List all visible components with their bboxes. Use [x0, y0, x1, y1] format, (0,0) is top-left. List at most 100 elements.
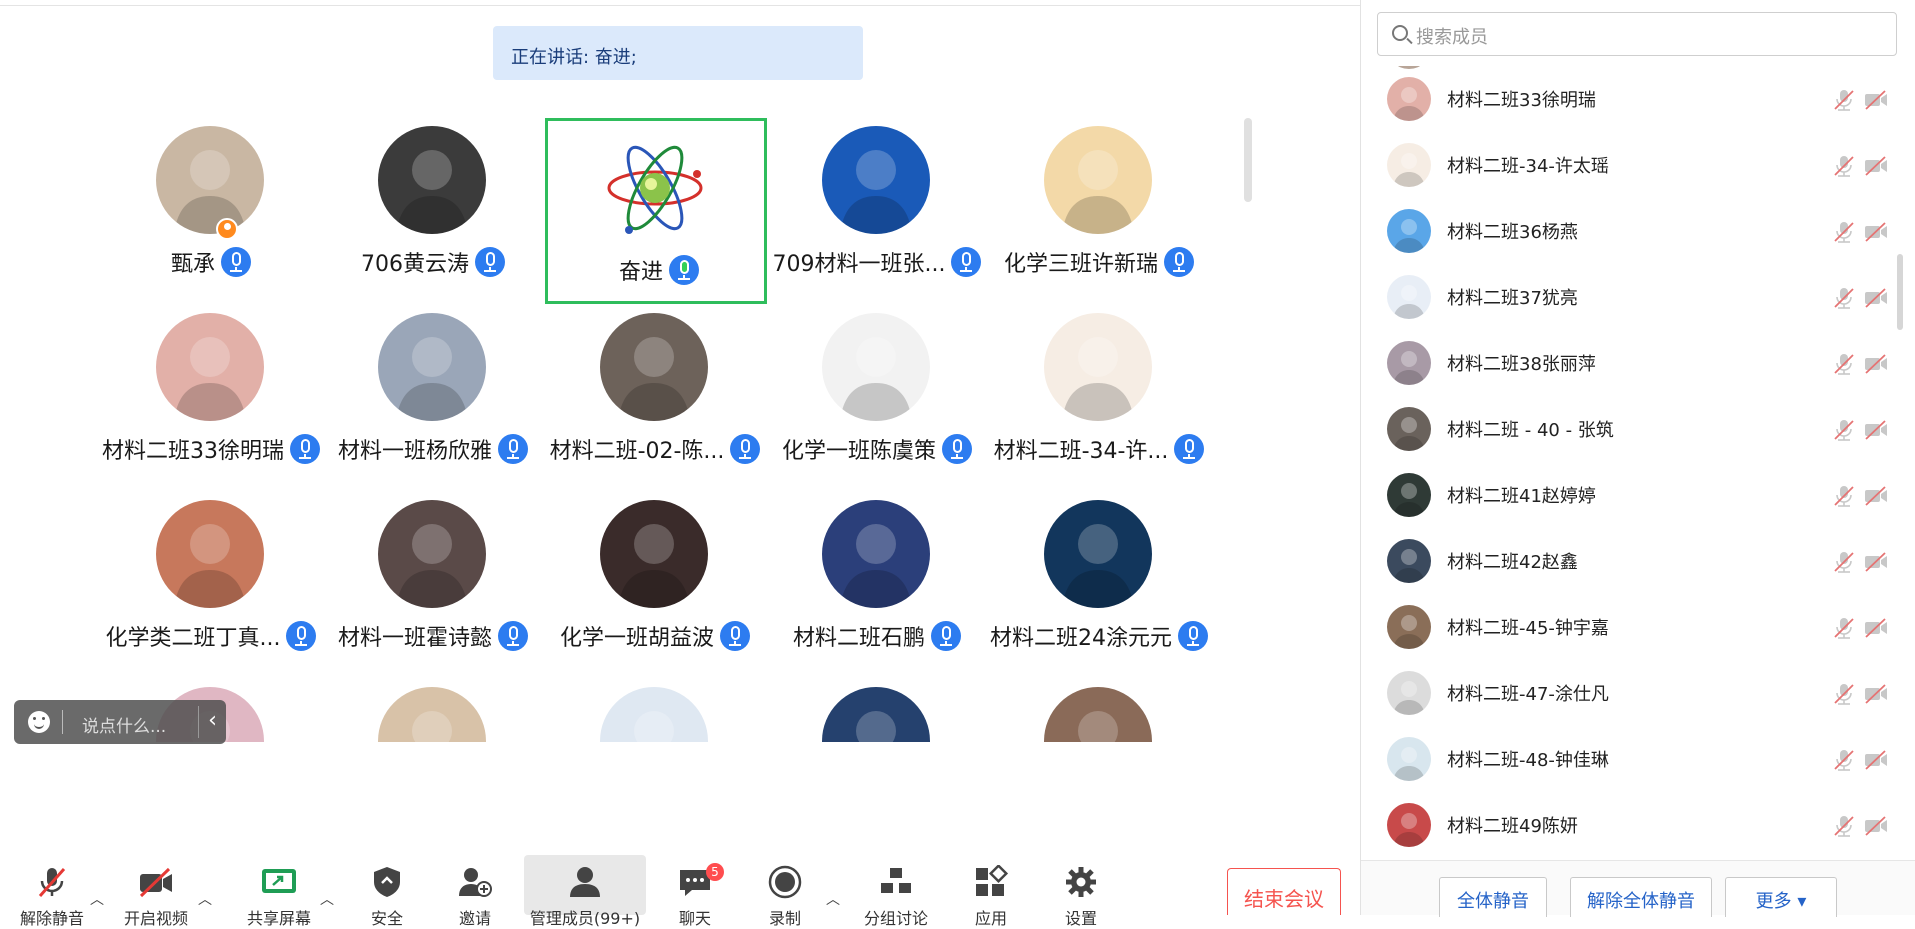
- member-row[interactable]: 材料二班49陈妍: [1361, 792, 1915, 858]
- participant-name-row: 甄承: [100, 246, 322, 278]
- record-icon: [768, 865, 802, 899]
- member-name: 材料二班42赵鑫: [1447, 552, 1578, 573]
- participant-avatar: [1044, 313, 1152, 421]
- manage-members-button[interactable]: 管理成员(99+): [524, 855, 646, 928]
- mic-muted-icon[interactable]: [1833, 484, 1855, 508]
- grid-scrollbar[interactable]: [1244, 118, 1252, 202]
- settings-button[interactable]: 设置: [1046, 855, 1116, 928]
- mic-muted-icon[interactable]: [1833, 682, 1855, 706]
- camera-off-icon[interactable]: [1863, 288, 1889, 308]
- members-label: 管理成员(99+): [529, 909, 641, 928]
- collapse-chat-icon[interactable]: ‹: [198, 706, 226, 738]
- participant-tile[interactable]: 材料一班杨欣雅: [322, 297, 544, 483]
- camera-off-icon[interactable]: [1863, 486, 1889, 506]
- member-row[interactable]: 材料二班-34-许太瑶: [1361, 132, 1915, 198]
- participant-tile[interactable]: 709材料一班张...: [766, 110, 988, 296]
- participant-tile[interactable]: 材料二班石鹏: [766, 484, 988, 670]
- participant-tile[interactable]: 706黄云涛: [322, 110, 544, 296]
- security-button[interactable]: 安全: [352, 855, 422, 928]
- camera-off-icon[interactable]: [1863, 618, 1889, 638]
- members-panel: 搜索成员 材料二班33徐明瑞 材料二班-34-许太瑶材料二班36杨燕材料二班37犹…: [1361, 0, 1915, 917]
- camera-off-icon[interactable]: [1863, 222, 1889, 242]
- chat-input-box[interactable]: 说点什么... ‹: [14, 700, 226, 744]
- member-row[interactable]: 材料二班36杨燕: [1361, 198, 1915, 264]
- participant-tile[interactable]: 奋进: [545, 118, 767, 304]
- participant-tile[interactable]: 化学三班许新瑞: [988, 110, 1210, 296]
- unmute-all-button[interactable]: 解除全体静音: [1570, 877, 1712, 917]
- mic-muted-icon[interactable]: [1833, 88, 1855, 112]
- mic-muted-icon[interactable]: [1833, 220, 1855, 244]
- top-divider: [0, 0, 1360, 6]
- breakout-button[interactable]: 分组讨论: [856, 855, 936, 928]
- search-placeholder[interactable]: 搜索成员: [1416, 23, 1488, 49]
- camera-off-icon[interactable]: [1863, 156, 1889, 176]
- participant-tile[interactable]: [766, 671, 988, 742]
- camera-off-icon[interactable]: [1863, 750, 1889, 770]
- participant-tile[interactable]: 材料二班-02-陈...: [544, 297, 766, 483]
- member-row[interactable]: 材料二班33徐明瑞: [1361, 66, 1915, 132]
- participant-avatar: [378, 126, 486, 234]
- camera-off-icon[interactable]: [1863, 354, 1889, 374]
- participant-tile[interactable]: [322, 671, 544, 742]
- camera-off-icon[interactable]: [1863, 90, 1889, 110]
- camera-off-icon[interactable]: [1863, 420, 1889, 440]
- mic-muted-icon[interactable]: [1833, 616, 1855, 640]
- panel-footer: 全体静音 解除全体静音 更多 ▾: [1361, 860, 1915, 917]
- member-name: 材料二班36杨燕: [1447, 222, 1578, 243]
- invite-button[interactable]: 邀请: [440, 855, 510, 928]
- member-row[interactable]: 材料二班42赵鑫: [1361, 528, 1915, 594]
- participant-tile[interactable]: 材料二班24涂元元: [988, 484, 1210, 670]
- mic-icon: [1178, 621, 1208, 651]
- participant-tile[interactable]: 化学类二班丁真...: [100, 484, 322, 670]
- member-row[interactable]: 材料二班-48-钟佳琳: [1361, 726, 1915, 792]
- start-video-button[interactable]: 开启视频: [116, 855, 196, 928]
- share-options-caret[interactable]: ︿: [320, 889, 334, 909]
- mute-all-button[interactable]: 全体静音: [1439, 877, 1547, 917]
- mic-muted-icon[interactable]: [1833, 286, 1855, 310]
- record-button[interactable]: 录制: [750, 855, 820, 928]
- participant-tile[interactable]: 材料二班33徐明瑞: [100, 297, 322, 483]
- more-button[interactable]: 更多 ▾: [1725, 877, 1837, 917]
- participant-name: 709材料一班张...: [772, 252, 946, 277]
- camera-off-icon[interactable]: [1863, 816, 1889, 836]
- mic-muted-icon[interactable]: [1833, 154, 1855, 178]
- emoji-icon[interactable]: [28, 711, 50, 733]
- apps-button[interactable]: 应用: [956, 855, 1026, 928]
- participant-tile[interactable]: 材料一班霍诗懿: [322, 484, 544, 670]
- participant-avatar: [378, 687, 486, 742]
- participant-tile[interactable]: [988, 671, 1210, 742]
- member-name: 材料二班-48-钟佳琳: [1447, 750, 1609, 771]
- member-row[interactable]: 材料二班37犹亮: [1361, 264, 1915, 330]
- chat-placeholder[interactable]: 说点什么...: [82, 712, 166, 737]
- mic-muted-icon[interactable]: [1833, 418, 1855, 442]
- camera-off-icon[interactable]: [1863, 684, 1889, 704]
- share-screen-button[interactable]: 共享屏幕: [236, 855, 322, 928]
- share-label: 共享屏幕: [246, 909, 311, 928]
- mic-muted-icon[interactable]: [1833, 814, 1855, 838]
- participant-avatar: [822, 313, 930, 421]
- participant-tile[interactable]: 甄承: [100, 110, 322, 296]
- search-members-input[interactable]: 搜索成员: [1377, 12, 1897, 56]
- video-options-caret[interactable]: ︿: [198, 889, 212, 909]
- end-meeting-button[interactable]: 结束会议: [1227, 868, 1341, 915]
- member-row[interactable]: 材料二班41赵婷婷: [1361, 462, 1915, 528]
- record-options-caret[interactable]: ︿: [826, 889, 840, 909]
- camera-off-icon[interactable]: [1863, 552, 1889, 572]
- participant-tile[interactable]: 材料二班-34-许...: [988, 297, 1210, 483]
- chat-button[interactable]: 5 聊天: [660, 855, 730, 928]
- member-row[interactable]: 材料二班 - 40 - 张筑: [1361, 396, 1915, 462]
- member-row[interactable]: 材料二班-45-钟宇嘉: [1361, 594, 1915, 660]
- mic-muted-icon[interactable]: [1833, 550, 1855, 574]
- audio-options-caret[interactable]: ︿: [90, 889, 104, 909]
- participant-tile[interactable]: 化学一班胡益波: [544, 484, 766, 670]
- member-name: 材料二班-47-涂仕凡: [1447, 684, 1609, 705]
- participant-tile[interactable]: [544, 671, 766, 742]
- unmute-button[interactable]: 解除静音: [12, 855, 92, 928]
- mic-muted-icon[interactable]: [1833, 748, 1855, 772]
- member-list-scrollbar[interactable]: [1897, 254, 1903, 330]
- mic-muted-icon[interactable]: [1833, 352, 1855, 376]
- member-row[interactable]: 材料二班38张丽萍: [1361, 330, 1915, 396]
- atom-logo-avatar: [601, 134, 709, 242]
- participant-tile[interactable]: 化学一班陈虞策: [766, 297, 988, 483]
- member-row[interactable]: 材料二班-47-涂仕凡: [1361, 660, 1915, 726]
